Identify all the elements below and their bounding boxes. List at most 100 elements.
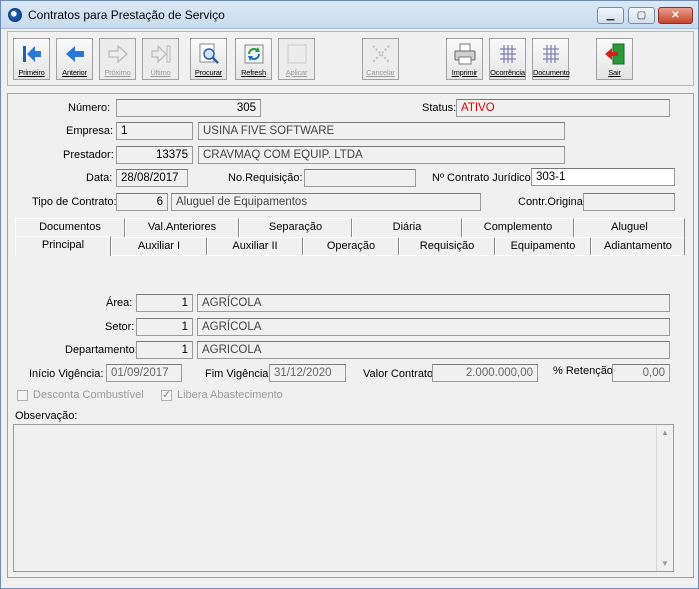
tab-requisicao[interactable]: Requisição: [399, 237, 495, 256]
exit-label: Sair: [608, 68, 621, 77]
tab-auxiliar-ii[interactable]: Auxiliar II: [207, 237, 303, 256]
libera-abastecimento-label: Libera Abastecimento: [177, 389, 283, 401]
tipo-code-field[interactable]: 6: [116, 193, 168, 211]
numero-label: Número:: [68, 102, 111, 114]
area-label: Área:: [106, 297, 133, 309]
norequisicao-field[interactable]: [304, 169, 416, 187]
departamento-name-field: AGRICOLA: [197, 341, 670, 359]
print-label: Imprimir: [451, 68, 478, 77]
numero-field[interactable]: 305: [116, 99, 261, 117]
data-label: Data:: [86, 172, 113, 184]
contrato-juridico-label: Nº Contrato Jurídico:: [432, 172, 534, 184]
printer-icon: [454, 43, 476, 65]
app-icon: [8, 8, 22, 22]
setor-label: Setor:: [105, 321, 135, 333]
vertical-scrollbar[interactable]: ▲ ▼: [656, 425, 673, 571]
tab-complemento[interactable]: Complemento: [462, 218, 574, 237]
setor-name-field: AGRÍCOLA: [197, 318, 670, 336]
occurrence-button[interactable]: Ocorrência: [489, 38, 526, 80]
first-button[interactable]: Primeiro: [13, 38, 50, 80]
libera-abastecimento-checkbox[interactable]: [161, 388, 172, 401]
last-button[interactable]: Último: [142, 38, 179, 80]
retencao-field[interactable]: 0,00: [612, 364, 670, 382]
empresa-label: Empresa:: [66, 125, 114, 137]
valor-contrato-label: Valor Contrato:: [363, 368, 437, 380]
tab-equipamento[interactable]: Equipamento: [495, 237, 591, 256]
contr-original-label: Contr.Original:: [518, 196, 589, 208]
tab-aluguel[interactable]: Aluguel: [574, 218, 685, 237]
refresh-button[interactable]: Refresh: [235, 38, 272, 80]
departamento-code-field[interactable]: 1: [136, 341, 193, 359]
grid-icon: [500, 45, 516, 63]
minimize-button[interactable]: ▁: [597, 7, 624, 24]
scroll-down-icon[interactable]: ▼: [661, 559, 669, 568]
tab-auxiliar-i[interactable]: Auxiliar I: [111, 237, 207, 256]
tab-principal[interactable]: Principal: [15, 236, 111, 256]
retencao-label: % Retenção:: [553, 365, 616, 377]
window-title: Contratos para Prestação de Serviço: [28, 8, 225, 22]
apply-button[interactable]: Aplicar: [278, 38, 315, 80]
valor-contrato-field[interactable]: 2.000.000,00: [432, 364, 538, 382]
previous-button[interactable]: Anterior: [56, 38, 93, 80]
departamento-label: Departamento:: [65, 344, 138, 356]
first-label: Primeiro: [18, 68, 45, 77]
prev-arrow-icon: [66, 46, 84, 62]
tab-divider: [15, 255, 685, 256]
desconta-combustivel-label: Desconta Combustível: [33, 389, 144, 401]
scroll-up-icon[interactable]: ▲: [661, 428, 669, 437]
next-arrow-icon: [108, 44, 128, 64]
tab-separacao[interactable]: Separação: [239, 218, 352, 237]
norequisicao-label: No.Requisição:: [228, 172, 303, 184]
empresa-name-field: USINA FIVE SOFTWARE: [198, 122, 565, 140]
fim-vigencia-field[interactable]: 31/12/2020: [269, 364, 346, 382]
prestador-label: Prestador:: [63, 149, 114, 161]
exit-button[interactable]: Sair: [596, 38, 633, 80]
empresa-code-field[interactable]: 1: [116, 122, 193, 140]
prestador-name-field: CRAVMAQ COM EQUIP. LTDA: [198, 146, 565, 164]
cancel-button[interactable]: Cancelar: [362, 38, 399, 80]
document-button[interactable]: Documento: [532, 38, 570, 80]
refresh-label: Refresh: [241, 68, 266, 77]
tab-documentos[interactable]: Documentos: [15, 218, 125, 237]
data-field[interactable]: 28/08/2017: [116, 169, 188, 187]
inicio-vigencia-field[interactable]: 01/09/2017: [106, 364, 182, 382]
contr-original-field[interactable]: [583, 193, 675, 211]
tipo-name-field: Aluguel de Equipamentos: [171, 193, 481, 211]
refresh-icon: [244, 44, 264, 64]
setor-code-field[interactable]: 1: [136, 318, 193, 336]
area-code-field[interactable]: 1: [136, 294, 193, 312]
grid-icon: [543, 45, 559, 63]
prestador-code-field[interactable]: 13375: [116, 146, 193, 164]
contrato-juridico-field[interactable]: 303-1: [531, 168, 675, 186]
next-button[interactable]: Próximo: [99, 38, 136, 80]
last-label: Último: [150, 68, 171, 77]
tab-val-anteriores[interactable]: Val.Anteriores: [125, 218, 239, 237]
print-button[interactable]: Imprimir: [446, 38, 483, 80]
status-label: Status:: [422, 102, 457, 114]
close-button[interactable]: ✕: [658, 7, 693, 24]
cancel-label: Cancelar: [366, 68, 395, 77]
maximize-button[interactable]: ▢: [628, 7, 655, 24]
area-name-field: AGRÍCOLA: [197, 294, 670, 312]
tipo-label: Tipo de Contrato:: [32, 196, 117, 208]
observacao-label: Observação:: [15, 410, 78, 422]
occurrence-label: Ocorrência: [490, 68, 525, 77]
status-field[interactable]: ATIVO: [456, 99, 670, 117]
observacao-textarea[interactable]: ▲ ▼: [13, 424, 674, 572]
toolbar: Primeiro Anterior Próximo Último Procura…: [7, 31, 694, 86]
next-label: Próximo: [104, 68, 131, 77]
previous-label: Anterior: [62, 68, 87, 77]
last-arrow-icon: [151, 44, 171, 64]
search-button[interactable]: Procurar: [190, 38, 227, 80]
tab-diaria[interactable]: Diária: [352, 218, 462, 237]
window: Contratos para Prestação de Serviço ▁ ▢ …: [0, 0, 699, 589]
apply-label: Aplicar: [285, 68, 308, 77]
inicio-vigencia-label: Início Vigência:: [29, 368, 104, 380]
document-label: Documento: [533, 68, 570, 77]
apply-icon: [287, 44, 307, 64]
tab-operacao[interactable]: Operação: [303, 237, 399, 256]
cancel-icon: [372, 45, 390, 63]
fim-vigencia-label: Fim Vigência:: [205, 368, 272, 380]
desconta-combustivel-checkbox[interactable]: [17, 390, 28, 401]
tab-adiantamento[interactable]: Adiantamento: [591, 237, 685, 256]
